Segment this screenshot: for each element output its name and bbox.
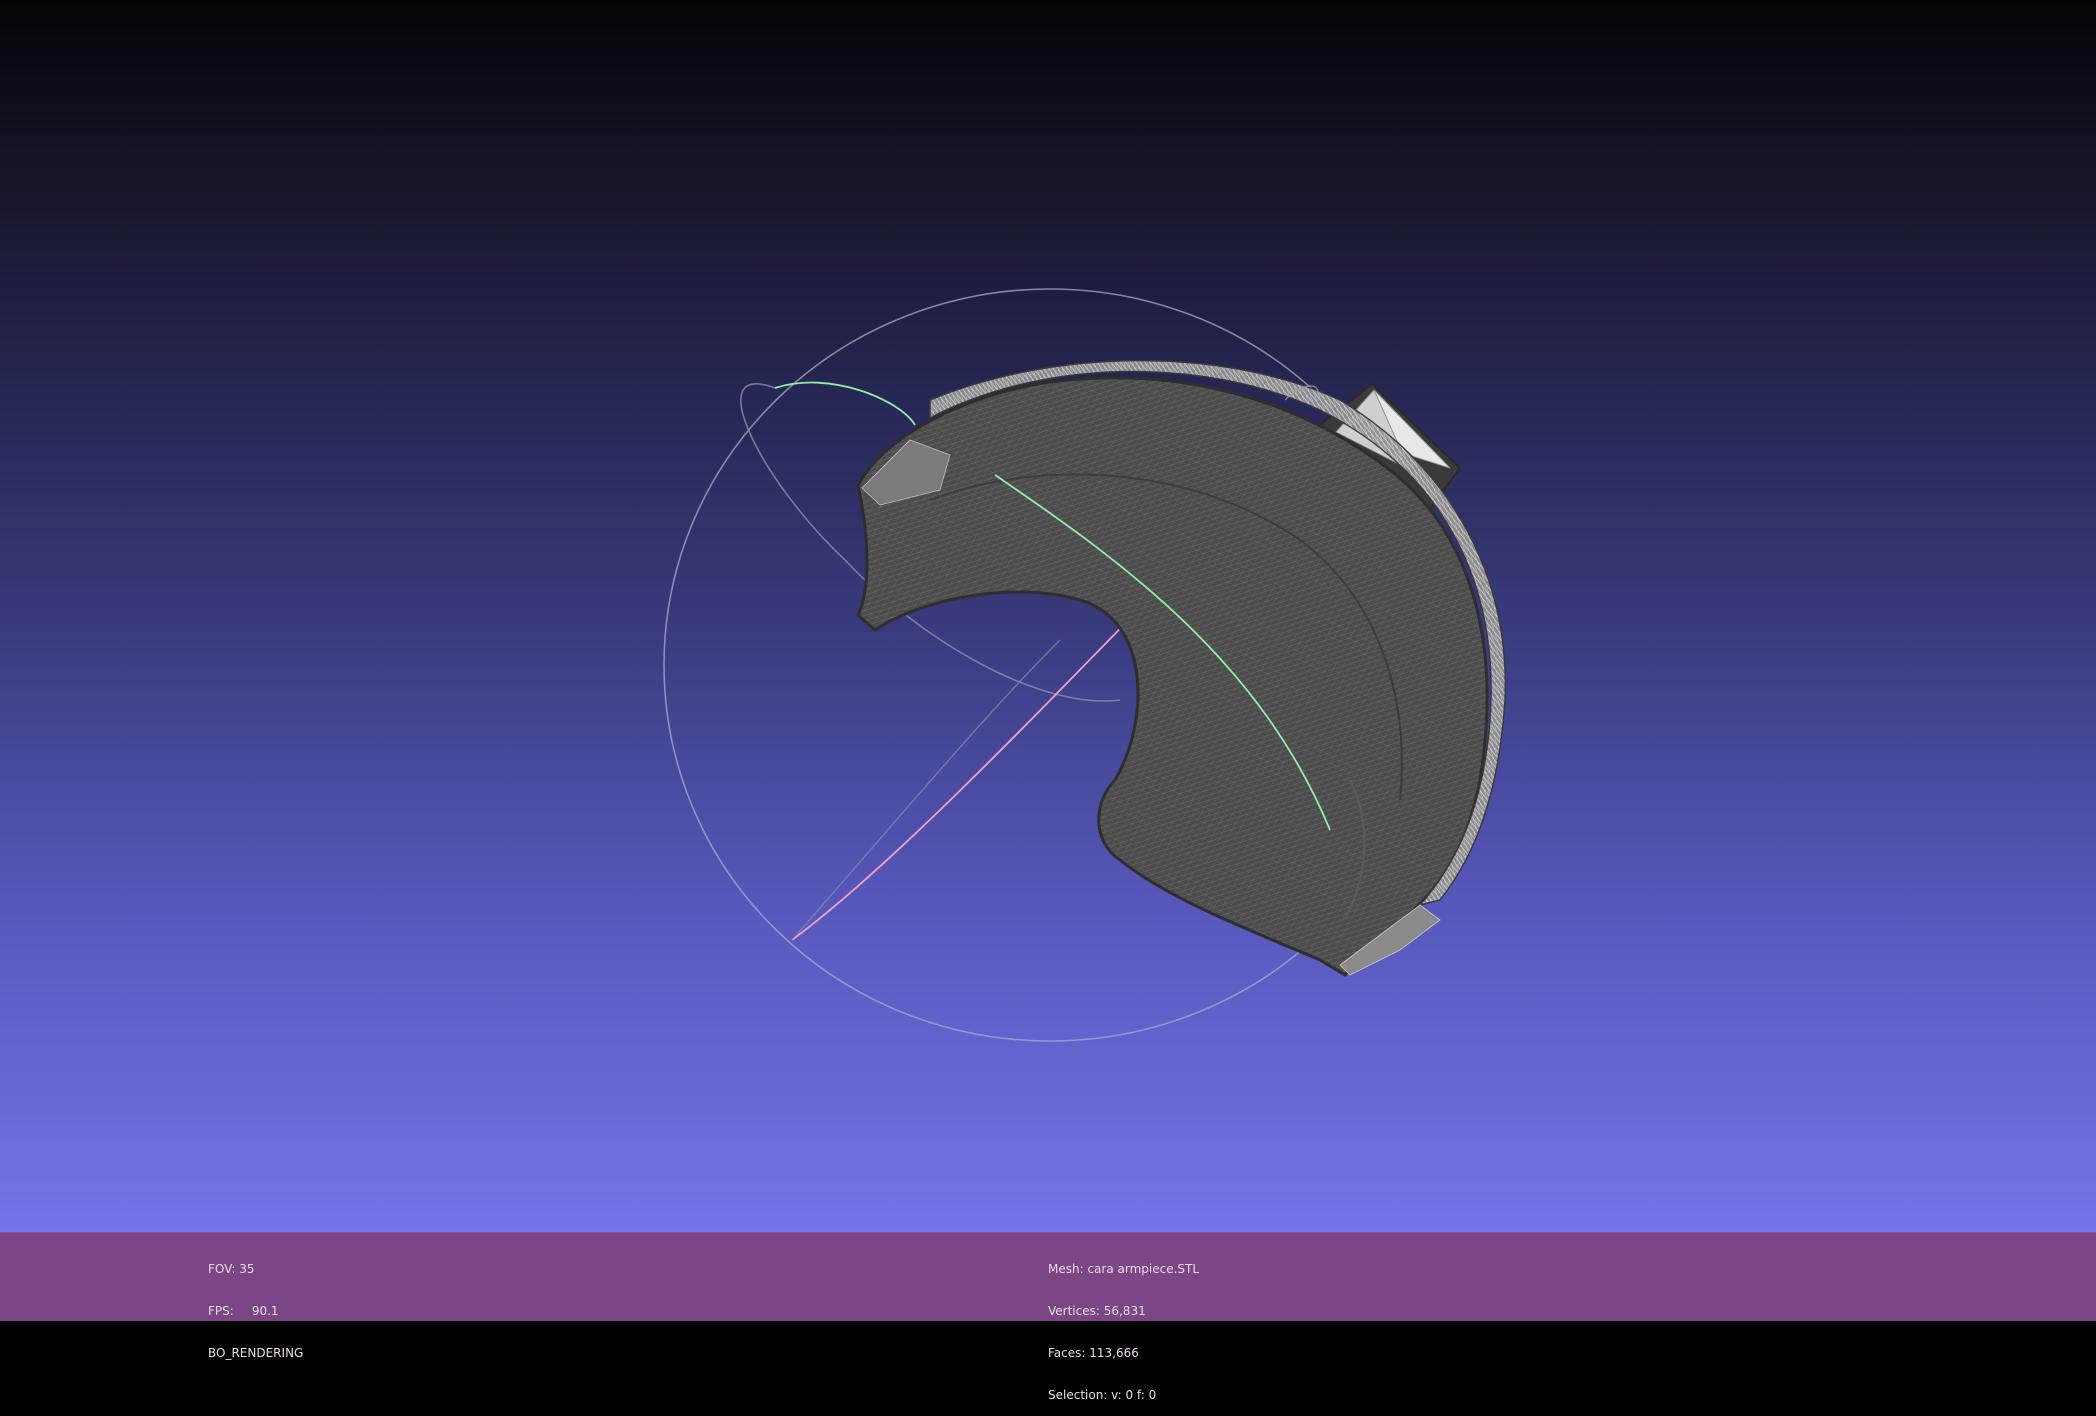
fov-readout: FOV: 35	[208, 1262, 255, 1276]
fps-value: 90.1	[251, 1304, 279, 1318]
fps-label: FPS:	[208, 1304, 234, 1318]
scene-canvas[interactable]	[0, 0, 2096, 1232]
faces-readout: Faces: 113,666	[1048, 1346, 1139, 1360]
trackball-y-arc-back	[791, 639, 1061, 941]
render-mode-readout: BO_RENDERING	[208, 1346, 304, 1360]
mesh-name-readout: Mesh: cara armpiece.STL	[1048, 1262, 1200, 1276]
mesh-info-panel: Mesh: cara armpiece.STL Vertices: 56,831…	[1048, 1234, 1199, 1416]
3d-viewport[interactable]	[0, 0, 2096, 1232]
vertices-readout: Vertices: 56,831	[1048, 1304, 1146, 1318]
fps-readout: FPS: 90.1	[208, 1304, 303, 1318]
mesh-model[interactable]	[856, 359, 1507, 977]
trackball-x-arc	[774, 381, 916, 426]
render-info-panel: FOV: 35 FPS: 90.1 BO_RENDERING	[208, 1234, 303, 1374]
selection-readout: Selection: v: 0 f: 0	[1048, 1388, 1157, 1402]
